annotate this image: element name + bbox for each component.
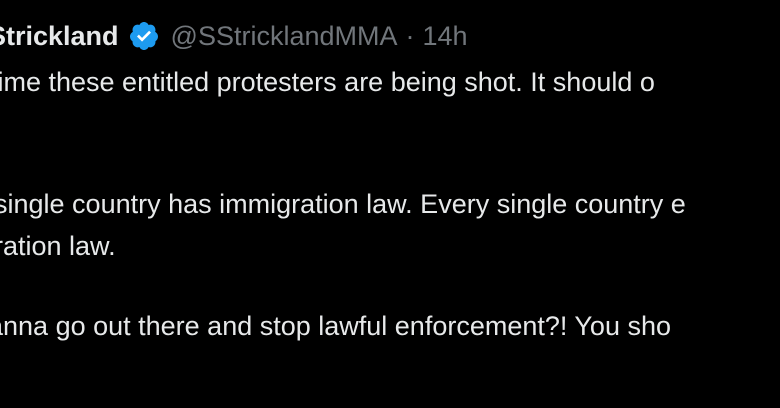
verified-badge-icon[interactable]	[128, 20, 160, 52]
post-text-line: ration law.	[0, 231, 116, 261]
post-header: Strickland @SStricklandMMA · 14h	[0, 18, 468, 54]
post-text-line: anna go out there and stop lawful enforc…	[0, 311, 672, 341]
header-separator: ·	[405, 21, 415, 51]
post-text-line: time these entitled protesters are being…	[0, 67, 655, 97]
post-card: Strickland @SStricklandMMA · 14h time th…	[0, 0, 780, 408]
post-text-line: single country has immigration law. Ever…	[0, 189, 686, 219]
author-handle[interactable]: @SStricklandMMA	[171, 18, 398, 54]
post-timestamp[interactable]: 14h	[423, 18, 468, 54]
author-name[interactable]: Strickland	[0, 18, 119, 54]
